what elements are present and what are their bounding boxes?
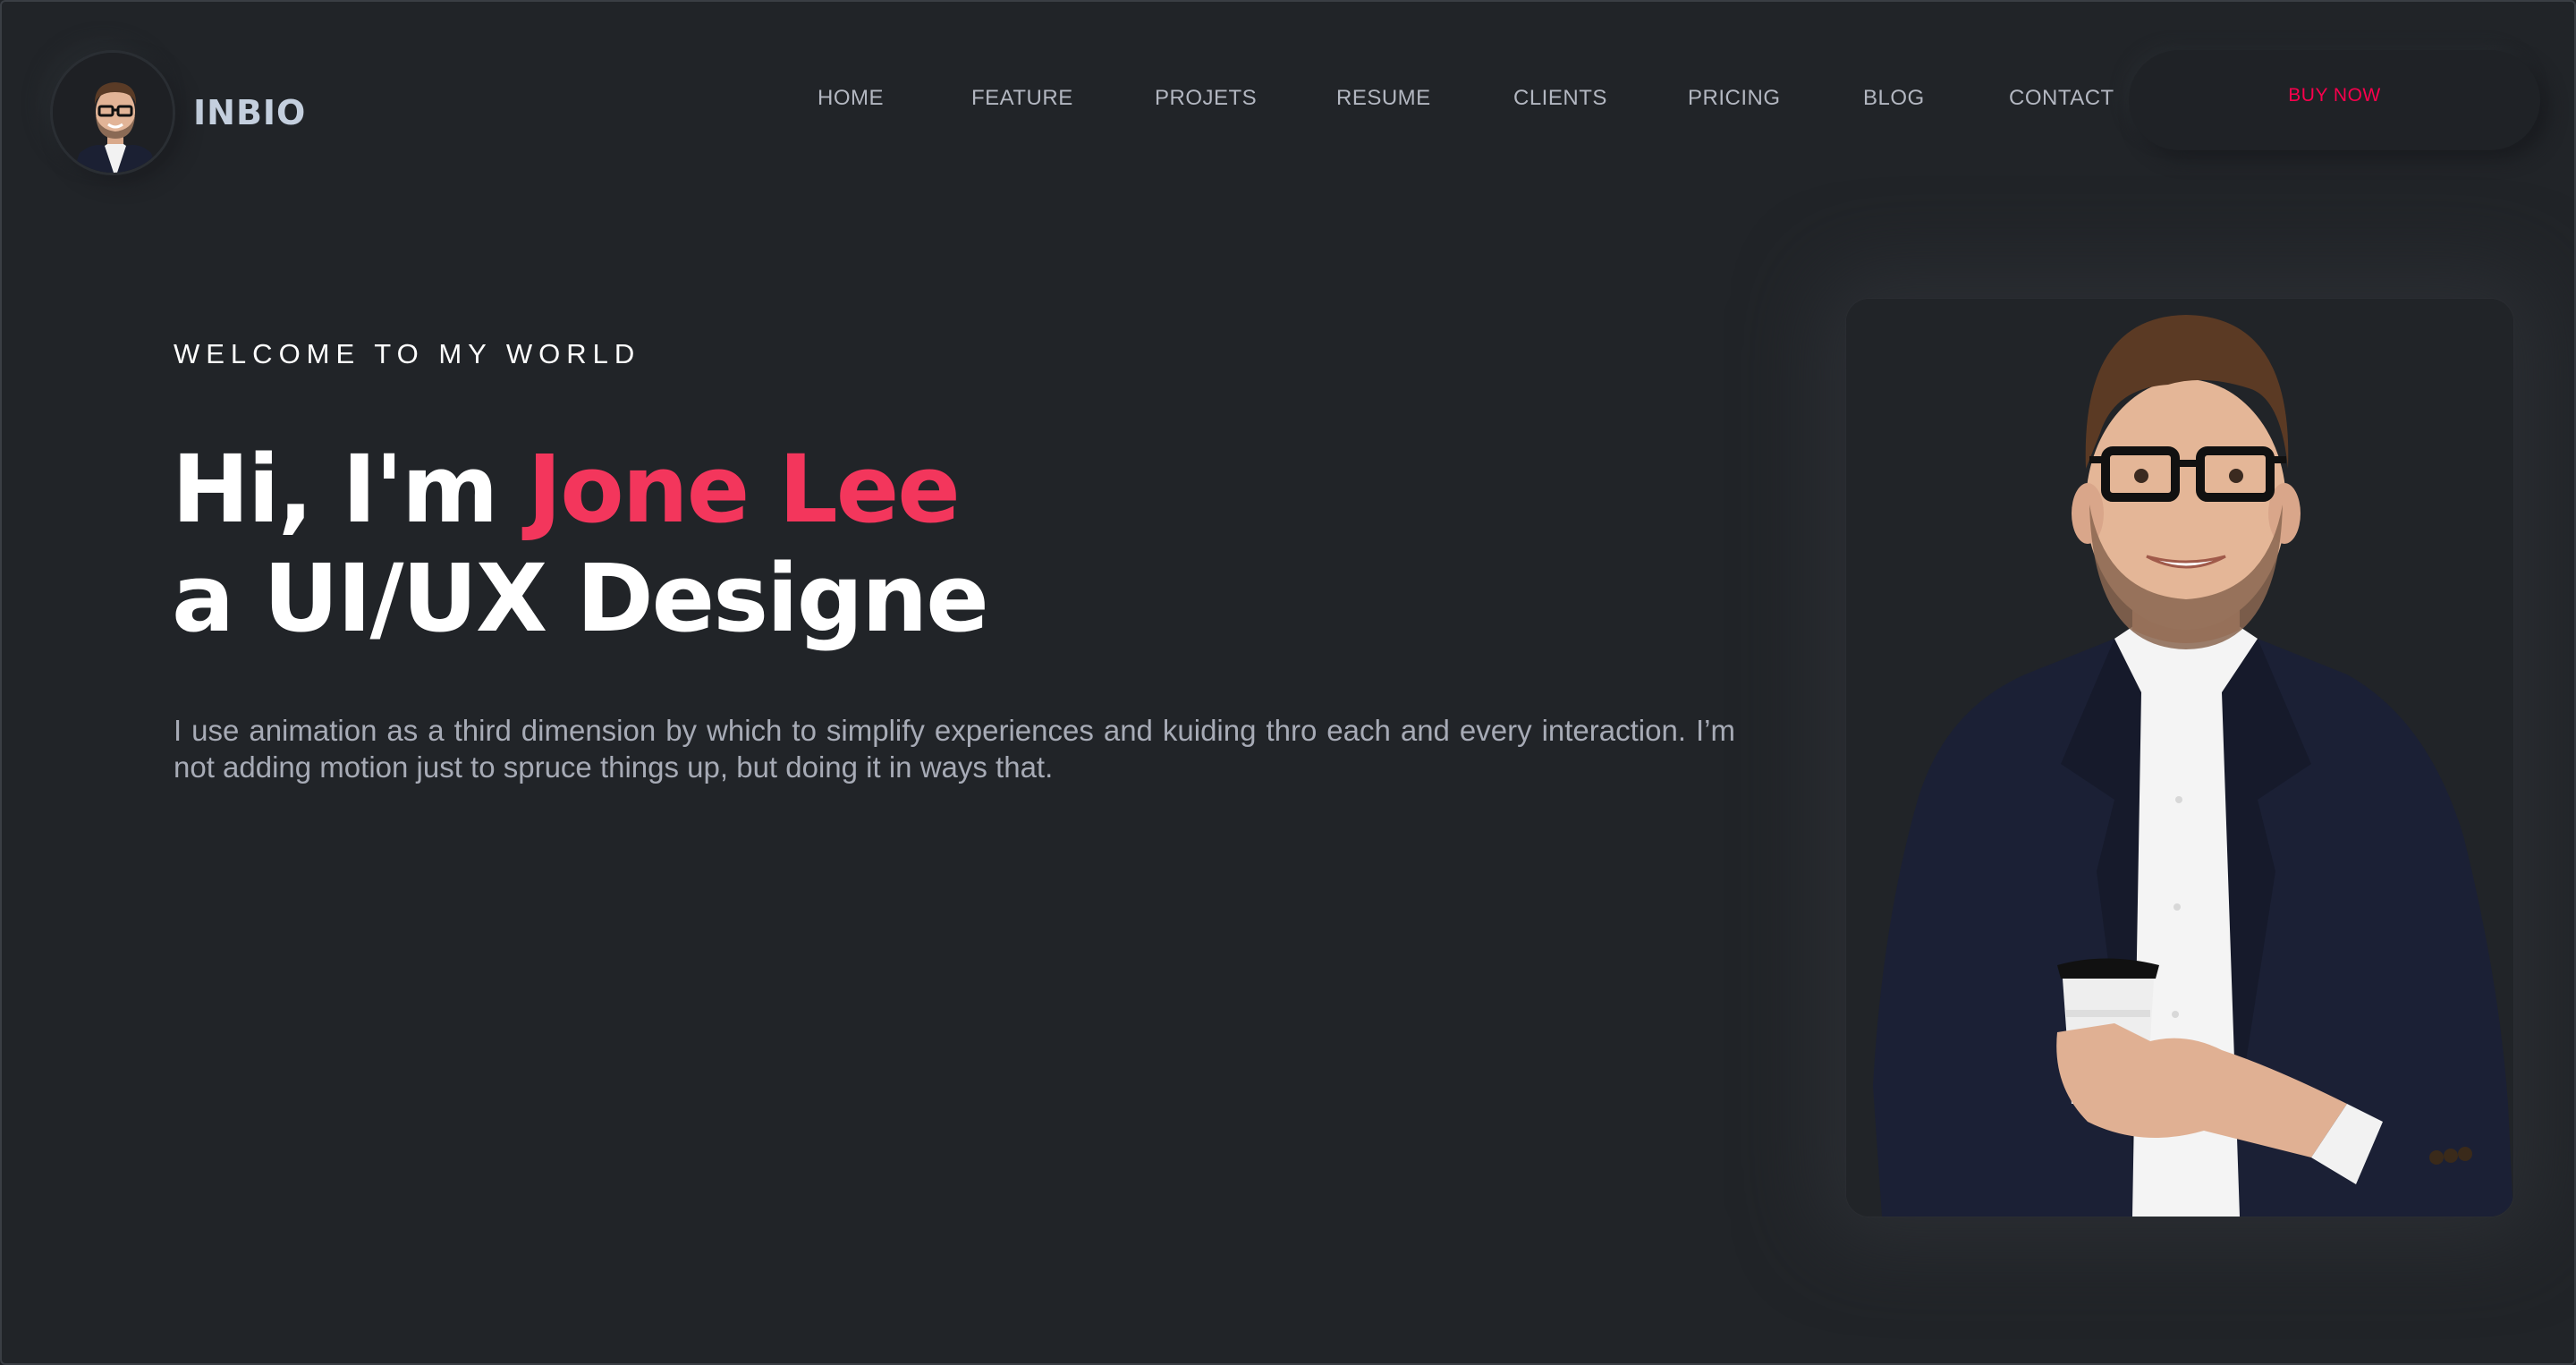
nav-item-clients[interactable]: CLIENTS [1513, 86, 1607, 111]
buy-now-button[interactable]: BUY NOW [2129, 50, 2540, 150]
nav-item-feature[interactable]: FEATURE [971, 86, 1073, 111]
hero-headline: Hi, I'm Jone Lee a UI/UX Designe [172, 435, 989, 653]
brand-name: INBIO [193, 93, 307, 132]
nav-item-resume[interactable]: RESUME [1336, 86, 1431, 111]
nav-item-home[interactable]: HOME [818, 86, 884, 111]
hero-bio: I use animation as a third dimension by … [174, 714, 1735, 784]
person-avatar-icon [50, 50, 175, 175]
nav-item-blog[interactable]: BLOG [1863, 86, 1925, 111]
hero-name: Jone Lee [527, 435, 961, 544]
portrait-image [1846, 299, 2513, 1217]
nav-item-projets[interactable]: PROJETS [1155, 86, 1257, 111]
welcome-eyebrow: WELCOME TO MY WORLD [174, 338, 641, 369]
nav-item-pricing[interactable]: PRICING [1688, 86, 1781, 111]
greeting-text: Hi, I'm [172, 435, 528, 544]
portrait-card [1846, 299, 2513, 1217]
nav-item-contact[interactable]: CONTACT [2009, 86, 2114, 111]
logo[interactable]: INBIO [50, 50, 306, 175]
role-text: a UI/UX Designe [172, 544, 989, 653]
